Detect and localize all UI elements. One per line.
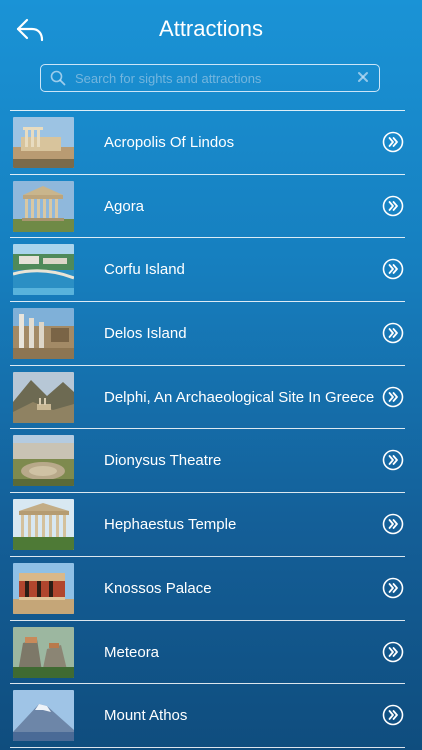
double-chevron-right-circle-icon[interactable]: [382, 704, 404, 726]
attraction-name: Knossos Palace: [104, 579, 212, 597]
double-chevron-right-circle-icon[interactable]: [382, 577, 404, 599]
attraction-name: Delos Island: [104, 325, 187, 343]
search-bar[interactable]: [40, 64, 380, 92]
search-icon: [50, 70, 66, 86]
list-item[interactable]: Meteora: [10, 621, 405, 685]
acropolis-lindos-photo: [13, 117, 74, 168]
attraction-name: Agora: [104, 197, 145, 215]
list-item[interactable]: Delphi, An Archaeological Site In Greece: [10, 366, 405, 430]
mount-athos-photo: [13, 690, 74, 742]
double-chevron-right-circle-icon[interactable]: [382, 131, 404, 153]
list-item[interactable]: Mount Athos: [10, 684, 405, 748]
double-chevron-right-circle-icon[interactable]: [382, 195, 404, 217]
attraction-name: Delphi, An Archaeological Site In Greece: [104, 388, 375, 406]
list-item[interactable]: Dionysus Theatre: [10, 429, 405, 494]
double-chevron-right-circle-icon[interactable]: [382, 258, 404, 280]
list-item[interactable]: Agora: [10, 175, 405, 239]
attractions-list: Acropolis Of Lindos Agora Corfu Island D…: [10, 110, 405, 748]
corfu-island-photo: [13, 244, 74, 296]
page-title: Attractions: [159, 16, 263, 41]
meteora-photo: [13, 626, 74, 678]
double-chevron-right-circle-icon[interactable]: [382, 386, 404, 408]
hephaestus-temple-photo: [13, 499, 74, 551]
list-item[interactable]: Corfu Island: [10, 238, 405, 303]
attraction-name: Corfu Island: [104, 261, 185, 279]
agora-photo: [13, 180, 74, 232]
attraction-name: Meteora: [104, 643, 160, 661]
attraction-name: Mount Athos: [104, 707, 188, 725]
delos-island-photo: [13, 308, 74, 360]
list-item[interactable]: Hephaestus Temple: [10, 493, 405, 557]
double-chevron-right-circle-icon[interactable]: [382, 641, 404, 663]
list-item[interactable]: Knossos Palace: [10, 557, 405, 621]
double-chevron-right-circle-icon[interactable]: [382, 449, 404, 471]
clear-icon[interactable]: [356, 70, 370, 84]
list-item[interactable]: Delos Island: [10, 302, 405, 366]
list-item[interactable]: Acropolis Of Lindos: [10, 111, 405, 175]
dionysus-theatre-photo: [13, 435, 74, 487]
header: Attractions: [0, 0, 422, 60]
double-chevron-right-circle-icon[interactable]: [382, 322, 404, 344]
delphi-photo: [13, 371, 74, 423]
search-input[interactable]: [75, 68, 355, 88]
knossos-palace-photo: [13, 562, 74, 614]
attraction-name: Hephaestus Temple: [104, 516, 237, 534]
attraction-name: Acropolis Of Lindos: [104, 134, 235, 151]
double-chevron-right-circle-icon[interactable]: [382, 513, 404, 535]
attraction-name: Dionysus Theatre: [104, 452, 222, 470]
